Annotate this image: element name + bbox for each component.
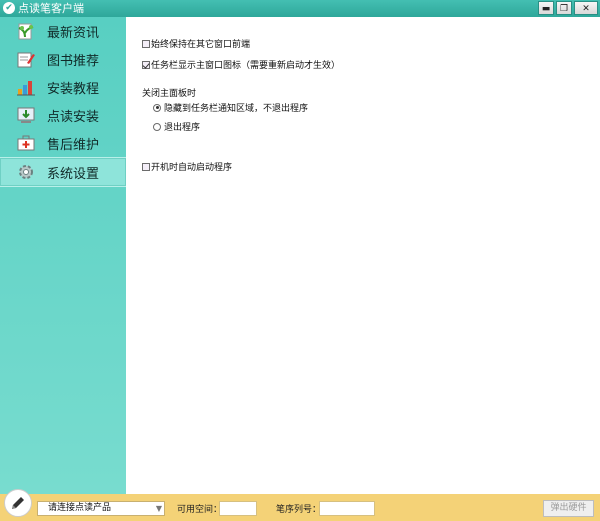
sidebar-item-label: 售后维护	[47, 137, 100, 153]
sidebar-item-settings[interactable]: 系统设置	[0, 157, 126, 187]
sidebar: 最新资讯 图书推荐 安装教程 点读安装 售后维护 系统设置	[0, 17, 126, 494]
pen-icon	[12, 497, 24, 509]
sidebar-item-tutorial[interactable]: 安装教程	[0, 73, 126, 101]
sidebar-item-label: 安装教程	[47, 81, 100, 97]
sidebar-item-label: 系统设置	[47, 166, 100, 182]
close-button[interactable]: ✕	[574, 1, 598, 15]
medical-kit-icon	[17, 135, 35, 151]
news-plant-icon	[18, 23, 34, 40]
gear-icon	[19, 165, 33, 179]
autostart-checkbox[interactable]	[142, 162, 150, 171]
option-label: 任务栏显示主窗口图标（需要重新启动才生效）	[151, 61, 341, 71]
exit-program-radio[interactable]	[153, 122, 161, 131]
device-select[interactable]: 请连接点读产品 ▼	[37, 501, 165, 516]
eject-hardware-button[interactable]: 弹出硬件	[543, 500, 594, 517]
close-option-exit[interactable]: 退出程序	[153, 120, 200, 133]
always-on-top-checkbox[interactable]	[142, 39, 150, 48]
option-label: 始终保持在其它窗口前端	[151, 40, 251, 50]
bottom-bar: 请连接点读产品 ▼ 可用空间： 笔序列号： 弹出硬件	[0, 489, 600, 521]
pen-button[interactable]	[4, 489, 32, 517]
sidebar-item-install[interactable]: 点读安装	[0, 101, 126, 129]
autostart-option[interactable]: 开机时自动启动程序	[142, 160, 232, 173]
taskbar-icon-checkbox[interactable]	[142, 60, 150, 69]
always-on-top-option[interactable]: 始终保持在其它窗口前端	[142, 37, 250, 50]
download-install-icon	[17, 107, 35, 123]
taskbar-icon-option[interactable]: 任务栏显示主窗口图标（需要重新启动才生效）	[142, 58, 340, 71]
sidebar-item-label: 图书推荐	[47, 53, 100, 69]
window-title: 点读笔客户端	[18, 2, 84, 15]
sidebar-item-label: 点读安装	[47, 109, 100, 125]
sidebar-item-news[interactable]: 最新资讯	[0, 17, 126, 45]
sidebar-item-books[interactable]: 图书推荐	[0, 45, 126, 73]
option-label: 退出程序	[164, 123, 201, 133]
available-space-label: 可用空间：	[177, 505, 223, 515]
hide-to-tray-radio[interactable]	[153, 103, 161, 112]
restore-button[interactable]: ❐	[556, 1, 572, 15]
available-space-field	[219, 501, 257, 516]
close-panel-group-label: 关闭主面板时	[142, 89, 197, 99]
title-bar[interactable]: ✔ 点读笔客户端 ▬ ❐ ✕	[0, 0, 600, 17]
sidebar-item-aftersales[interactable]: 售后维护	[0, 129, 126, 157]
serial-number-field	[319, 501, 375, 516]
bar-chart-icon	[17, 81, 35, 96]
sidebar-item-label: 最新资讯	[47, 25, 100, 41]
app-logo-icon: ✔	[3, 2, 15, 14]
minimize-button[interactable]: ▬	[538, 1, 554, 15]
chevron-down-icon: ▼	[155, 504, 162, 513]
option-label: 隐藏到任务栏通知区域，不退出程序	[164, 104, 309, 114]
device-select-value: 请连接点读产品	[48, 503, 112, 513]
settings-panel: 始终保持在其它窗口前端 任务栏显示主窗口图标（需要重新启动才生效） 关闭主面板时…	[126, 17, 600, 494]
book-edit-icon	[17, 52, 35, 68]
serial-number-label: 笔序列号：	[276, 505, 322, 515]
option-label: 开机时自动启动程序	[151, 163, 233, 173]
close-option-hide[interactable]: 隐藏到任务栏通知区域，不退出程序	[153, 101, 308, 114]
